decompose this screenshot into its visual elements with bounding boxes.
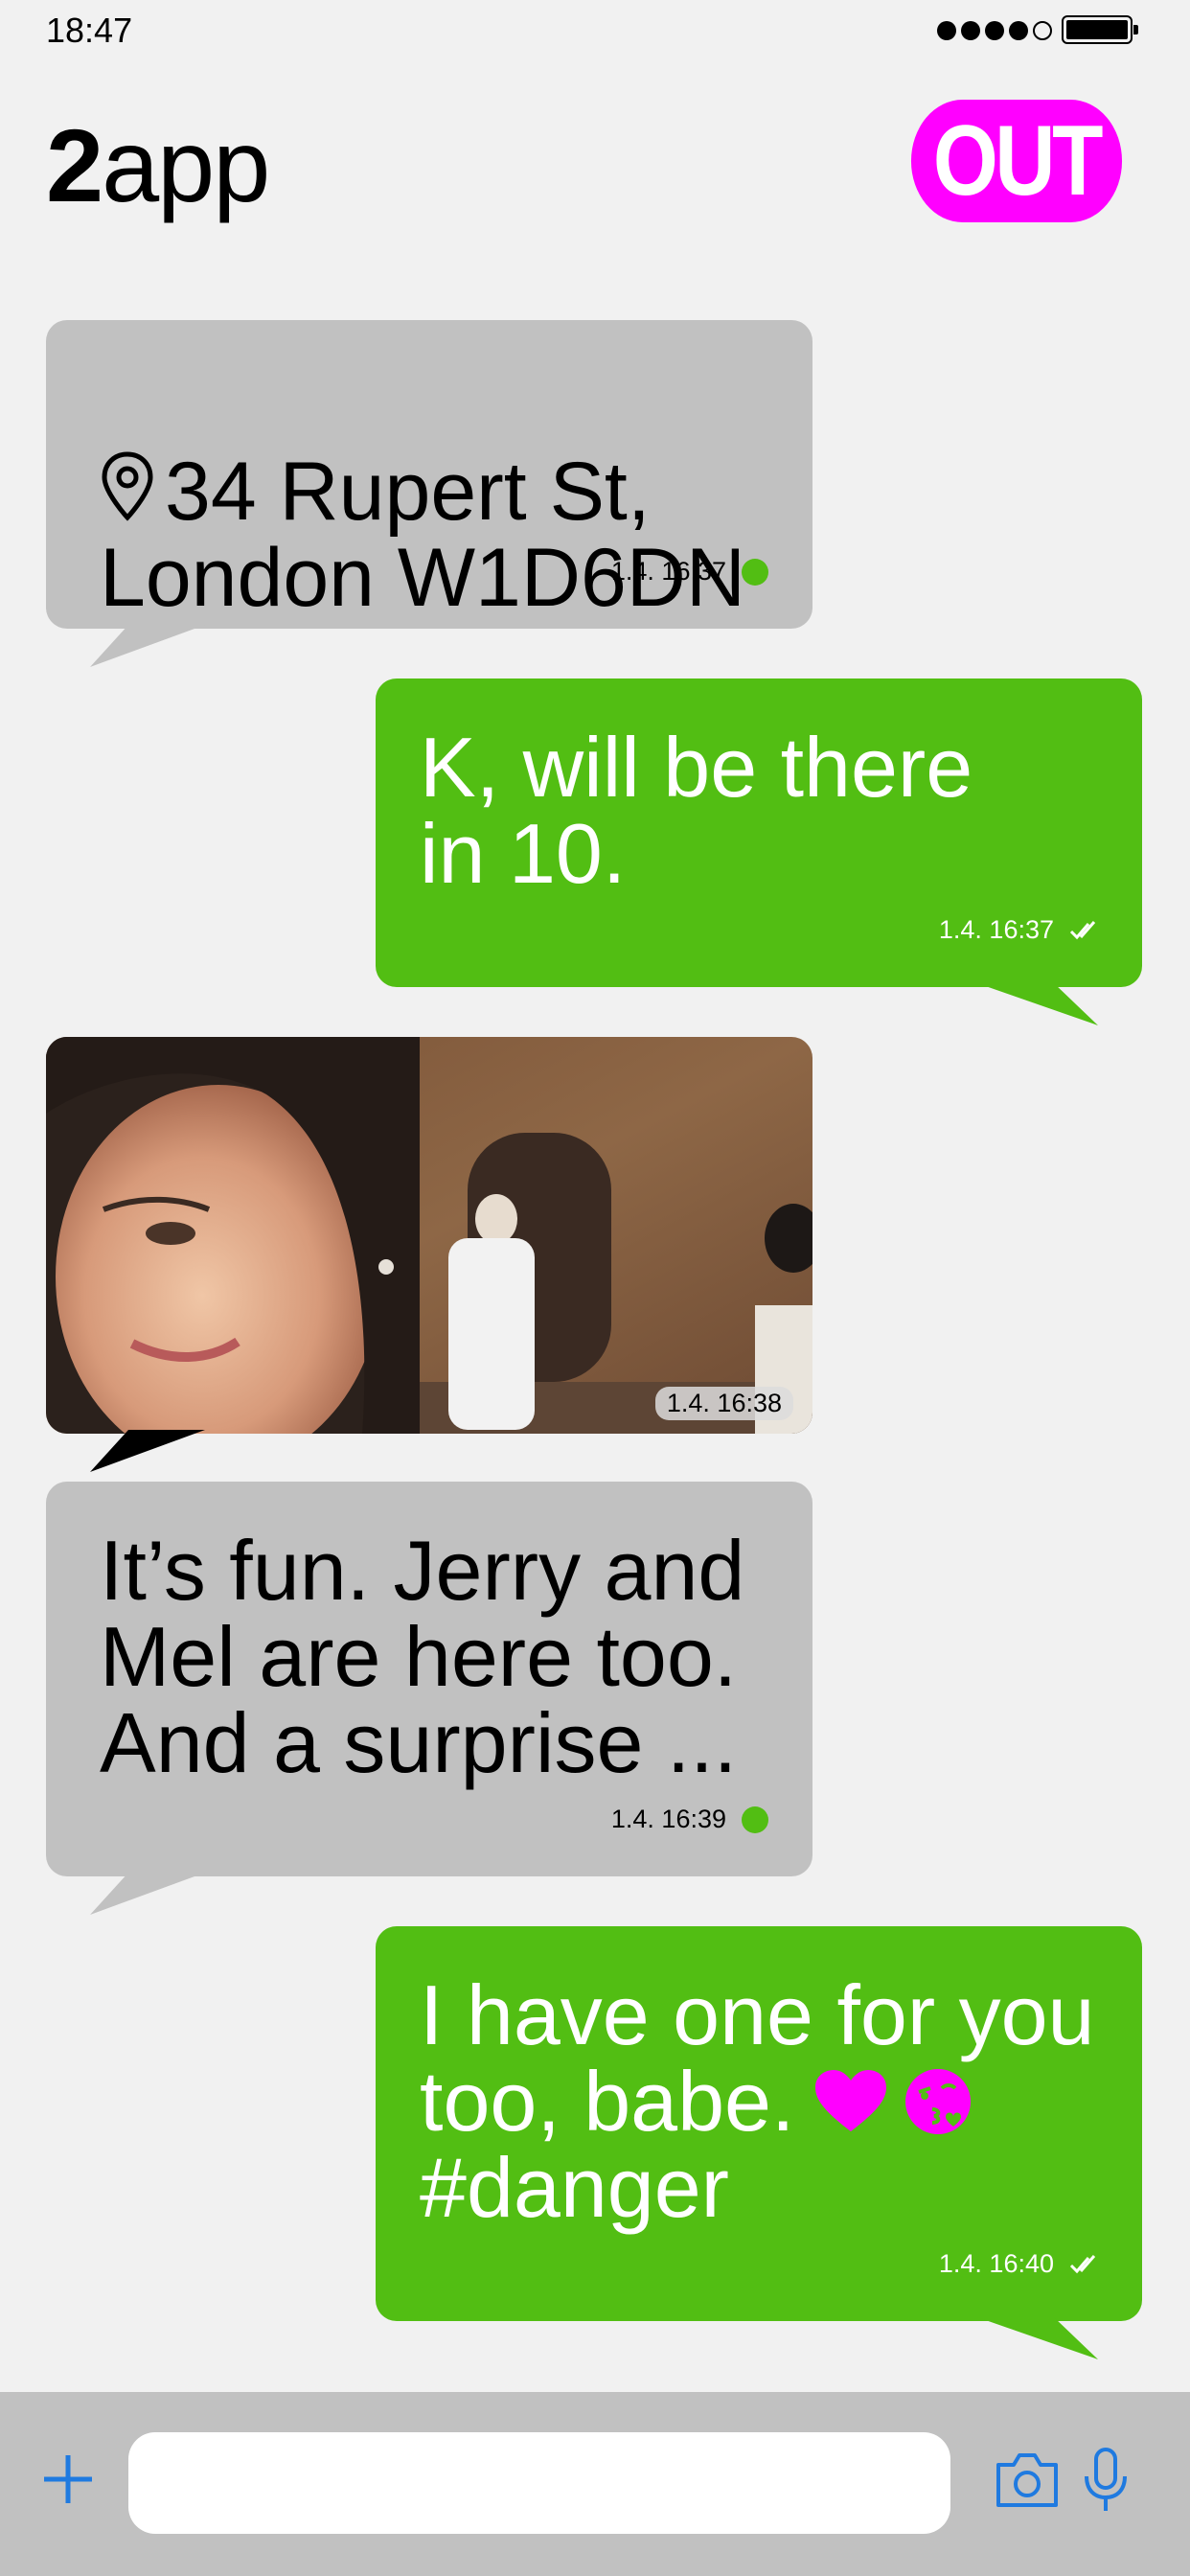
add-attachment-button[interactable] [38,2450,98,2509]
message-text: I have one for you too, babe. #danger [420,1972,1094,2231]
app-logo-number: 2 [46,107,103,223]
message-timestamp: 1.4. 16:40 [938,2249,1054,2278]
message-text-line: I have one for you [420,1967,1095,2062]
delivered-dot-icon [742,1806,768,1833]
message-text: K, will be there in 10. [420,720,973,901]
message-meta: 1.4. 16:37 [939,915,1098,945]
camera-button[interactable] [993,2450,1062,2511]
signal-strength-icon [937,19,1052,42]
app-logo-word: app [102,107,270,223]
battery-icon [1062,15,1138,44]
message-text-segment: too, babe. [420,2054,795,2149]
message-bubble-incoming[interactable]: 34 Rupert St, London W1D6DN 1.4. 16:37 [46,320,812,629]
map-pin-icon [102,451,153,521]
bubble-tail [977,2317,1098,2359]
message-bubble-outgoing[interactable]: K, will be there in 10. 1.4. 16:37 [376,678,1142,987]
app-logo: 2app [46,104,270,228]
photo-image [46,1037,812,1434]
bubble-tail [90,1430,205,1472]
message-timestamp: 1.4. 16:39 [610,1805,726,1833]
message-meta: 1.4. 16:37 [611,557,768,586]
bubble-tail [977,983,1098,1025]
location-address: 34 Rupert St, London W1D6DN [100,446,746,624]
message-timestamp: 1.4. 16:37 [610,557,726,586]
message-input[interactable] [128,2432,950,2534]
microphone-button[interactable] [1081,2446,1131,2515]
double-check-icon [1069,920,1096,939]
message-meta: 1.4. 16:39 [611,1805,768,1834]
message-bubble-incoming[interactable]: It’s fun. Jerry and Mel are here too. An… [46,1482,812,1876]
photo-timestamp: 1.4. 16:38 [654,1387,793,1420]
status-bar-time: 18:47 [46,11,133,50]
double-check-icon [1069,2254,1096,2273]
message-timestamp: 1.4. 16:37 [938,915,1054,944]
message-text-line: too, babe. [420,2058,1094,2145]
bubble-tail [90,625,205,667]
message-text-line: #danger [420,2140,729,2235]
heart-icon [815,2070,887,2131]
delivered-dot-icon [742,558,768,586]
photo-message[interactable]: 1.4. 16:38 [46,1037,812,1434]
bubble-tail [90,1873,205,1915]
out-button[interactable]: OUT [910,100,1123,222]
kiss-face-icon [905,2069,972,2134]
message-bubble-outgoing[interactable]: I have one for you too, babe. #danger 1.… [376,1926,1142,2321]
message-text: It’s fun. Jerry and Mel are here too. An… [100,1523,745,1790]
message-meta: 1.4. 16:40 [939,2249,1098,2279]
